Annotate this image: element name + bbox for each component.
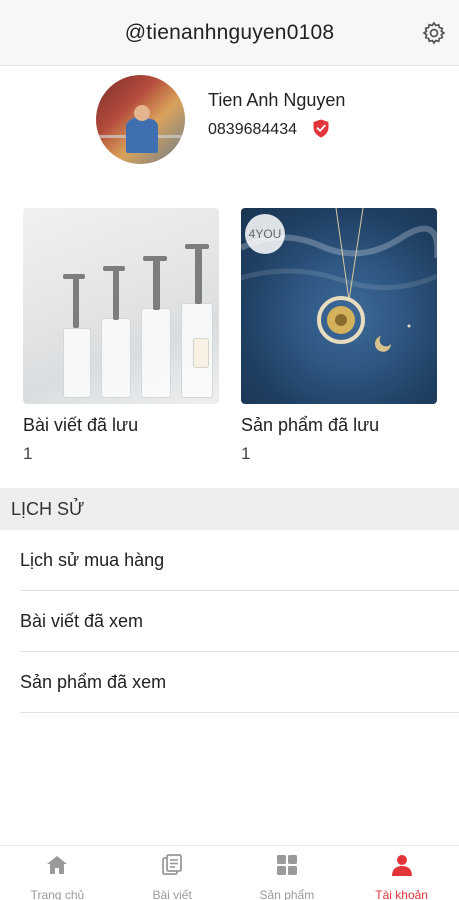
saved-products-label: Sản phẩm đã lưu [241,415,380,435]
grid-icon [275,853,299,882]
list-item-viewed-products[interactable]: Sản phẩm đã xem [20,652,459,713]
saved-products-image: 4YOU [241,208,437,404]
profile-name: Tien Anh Nguyen [208,90,346,110]
avatar[interactable] [96,75,185,164]
shield-check-icon [313,119,329,138]
tab-articles[interactable]: Bài viết [115,846,230,900]
saved-posts-card[interactable]: Bài viết đã lưu 1 [23,208,219,464]
saved-products-card[interactable]: 4YOU Sản phẩm đã lưu 1 [241,208,437,464]
tab-home[interactable]: Trang chủ [0,846,115,900]
gear-icon[interactable] [421,20,447,46]
tab-home-label: Trang chủ [30,888,85,900]
history-list: Lịch sử mua hàng Bài viết đã xem Sản phẩ… [20,530,459,713]
tab-products[interactable]: Sản phẩm [230,846,345,900]
saved-posts-count: 1 [23,444,33,463]
tab-articles-label: Bài viết [152,888,192,900]
person-icon [390,853,414,882]
tab-account[interactable]: Tài khoản [344,846,459,900]
tab-account-label: Tài khoản [375,888,428,900]
home-icon [45,853,69,882]
profile-phone: 0839684434 [208,121,297,138]
profile-section: Tien Anh Nguyen 0839684434 [0,66,459,186]
username-title: @tienanhnguyen0108 [124,20,335,44]
bottom-tab-bar: Trang chủ Bài viết Sản phẩm Tài khoản [0,845,459,900]
list-item-purchase-history[interactable]: Lịch sử mua hàng [20,530,459,591]
saved-posts-image [23,208,219,404]
history-section-header: LỊCH SỬ [0,488,459,530]
brand-badge: 4YOU [245,214,285,254]
saved-posts-label: Bài viết đã lưu [23,415,139,435]
top-bar: @tienanhnguyen0108 [0,0,459,66]
list-item-viewed-posts[interactable]: Bài viết đã xem [20,591,459,652]
saved-products-count: 1 [241,444,251,463]
tab-products-label: Sản phẩm [259,888,315,900]
articles-icon [160,853,184,882]
